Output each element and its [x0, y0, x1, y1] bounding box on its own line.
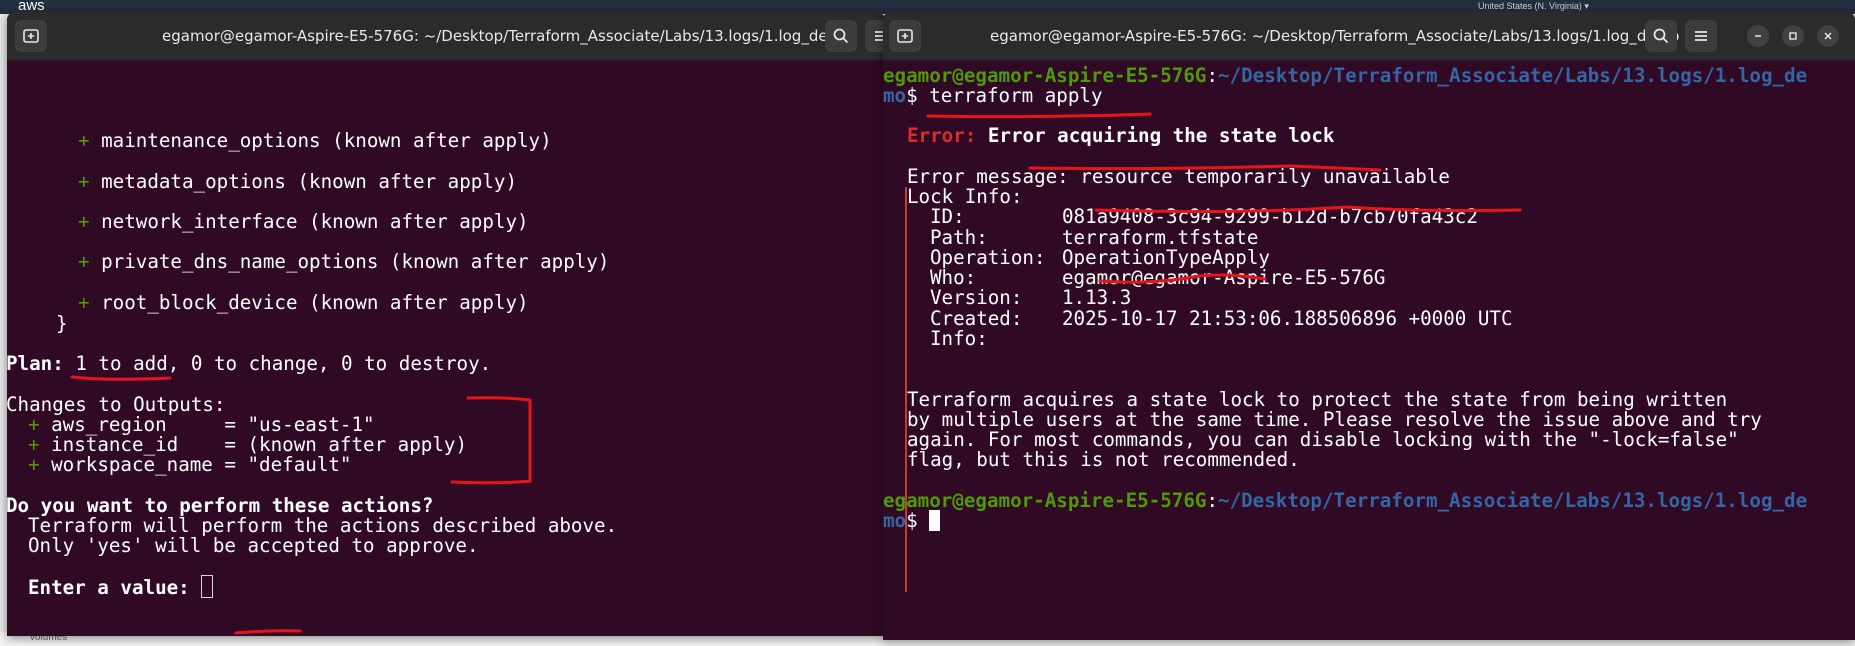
command-text: terraform apply [929, 84, 1103, 107]
right-terminal-output[interactable]: egamor@egamor-Aspire-E5-576G:~/Desktop/T… [883, 61, 1855, 640]
output-line: + workspace_name = "default" [28, 453, 352, 476]
text-cursor[interactable] [201, 575, 214, 598]
attr-line: + root_block_device (known after apply) [78, 291, 529, 314]
shell-command-line: mo$ terraform apply [883, 84, 1103, 107]
shell-input-line[interactable]: mo$ [883, 509, 941, 533]
close-brace: } [56, 312, 68, 335]
search-icon[interactable] [1645, 20, 1677, 52]
right-terminal-window[interactable]: egamor@egamor-Aspire-E5-576G: ~/Desktop/… [883, 12, 1855, 640]
minimize-icon[interactable] [1747, 25, 1769, 47]
menu-icon[interactable] [865, 20, 885, 52]
new-tab-icon[interactable] [889, 20, 921, 52]
left-terminal-output[interactable]: + maintenance_options (known after apply… [7, 61, 885, 636]
search-icon[interactable] [825, 20, 857, 52]
region-selector[interactable]: United States (N. Virginia) ▾ [1478, 1, 1589, 12]
attr-line: + private_dns_name_options (known after … [78, 250, 610, 273]
enter-value-prompt[interactable]: Enter a value: [28, 575, 214, 600]
lock-info-label: Lock Info: [907, 185, 1023, 208]
right-titlebar[interactable]: egamor@egamor-Aspire-E5-576G: ~/Desktop/… [883, 12, 1855, 61]
close-icon[interactable] [1817, 25, 1839, 47]
attr-line: + maintenance_options (known after apply… [78, 129, 552, 152]
text-cursor[interactable] [929, 510, 941, 531]
plan-summary: Plan: 1 to add, 0 to change, 0 to destro… [7, 352, 492, 375]
left-terminal-window[interactable]: egamor@egamor-Aspire-E5-576G: ~/Desktop/… [7, 12, 885, 636]
error-heading: Error: Error acquiring the state lock [907, 124, 1335, 147]
lock-info-key: Info: [930, 327, 988, 350]
shell-prompt: egamor@egamor-Aspire-E5-576G:~/Desktop/T… [883, 489, 1808, 512]
attr-line: + metadata_options (known after apply) [78, 170, 517, 193]
explanation-line: flag, but this is not recommended. [907, 448, 1300, 471]
confirm-line: Only 'yes' will be accepted to approve. [28, 534, 479, 557]
menu-icon[interactable] [1685, 20, 1717, 52]
attr-line: + network_interface (known after apply) [78, 210, 529, 233]
lock-info-value: 2025-10-17 21:53:06.188506896 +0000 UTC [1062, 307, 1513, 330]
left-titlebar[interactable]: egamor@egamor-Aspire-E5-576G: ~/Desktop/… [7, 12, 885, 61]
maximize-icon[interactable] [1782, 25, 1804, 47]
right-window-title: egamor@egamor-Aspire-E5-576G: ~/Desktop/… [990, 27, 1680, 45]
left-window-title: egamor@egamor-Aspire-E5-576G: ~/Desktop/… [162, 27, 852, 45]
new-tab-icon[interactable] [15, 20, 47, 52]
